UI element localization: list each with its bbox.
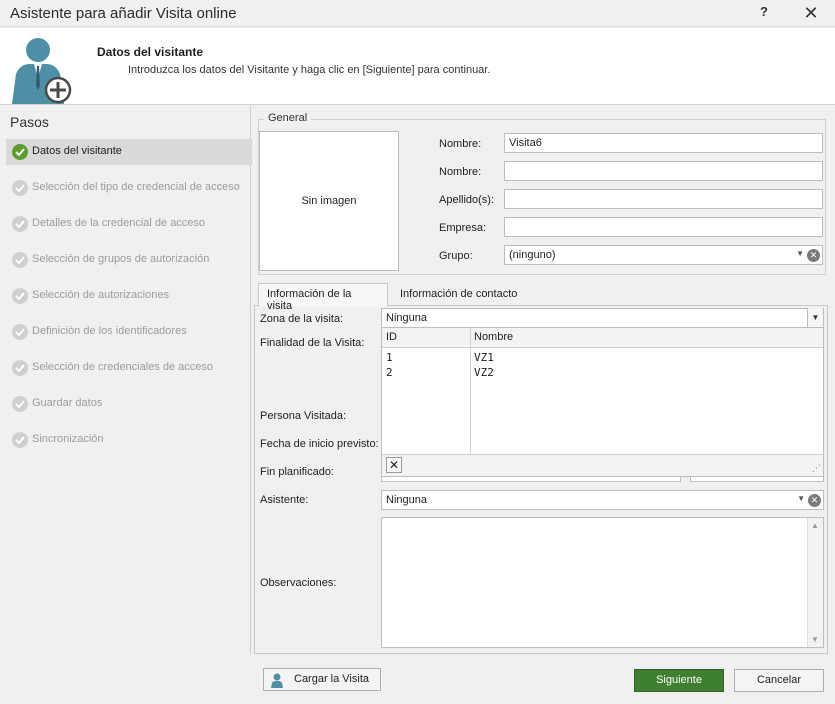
scrollbar[interactable]: ▲ ▼ <box>807 518 823 647</box>
chevron-down-icon[interactable]: ▼ <box>797 494 805 503</box>
clear-icon[interactable]: ✕ <box>807 249 820 262</box>
nombre2-field[interactable] <box>504 161 823 181</box>
asistente-label: Asistente: <box>260 494 309 506</box>
cancel-button[interactable]: Cancelar <box>734 669 824 692</box>
step-label: Selección de credenciales de acceso <box>32 361 214 373</box>
step-label: Selección de autorizaciones <box>32 289 169 301</box>
step-label: Selección de grupos de autorización <box>32 253 210 265</box>
steps-panel: Pasos Datos del visitante Selección del … <box>3 106 252 654</box>
row-id[interactable]: 2 <box>386 366 393 379</box>
clear-icon[interactable]: ✕ <box>808 494 821 507</box>
persona-label: Persona Visitada: <box>260 410 347 422</box>
fin-label: Fin planificado: <box>260 466 334 478</box>
tab-visit-info[interactable]: Información de la visita <box>258 283 388 312</box>
step-label: Sincronización <box>32 433 104 445</box>
nombre-label: Nombre: <box>439 138 482 150</box>
grupo-value: (ninguno) <box>509 249 556 261</box>
empresa-label: Empresa: <box>439 222 487 234</box>
load-visit-button[interactable]: Cargar la Visita <box>263 668 381 691</box>
apellidos-field[interactable] <box>504 189 823 209</box>
nombre-field[interactable]: Visita6 <box>504 133 823 153</box>
step-item[interactable]: Datos del visitante <box>6 139 252 165</box>
step-label: Datos del visitante <box>32 145 122 157</box>
grupo-combo[interactable]: (ninguno) ▼ ✕ <box>504 245 823 265</box>
header-title: Datos del visitante <box>97 45 204 59</box>
steps-title: Pasos <box>10 114 49 130</box>
zona-combo[interactable]: Ninguna ▼ <box>381 308 824 328</box>
step-item: Selección de credenciales de acceso <box>6 355 252 381</box>
load-visit-label: Cargar la Visita <box>294 673 369 685</box>
column-header-id[interactable]: ID <box>386 331 397 343</box>
header-subtitle: Introduzca los datos del Visitante y hag… <box>128 64 491 76</box>
fecha-inicio-label: Fecha de inicio previsto: <box>260 438 379 450</box>
tab-contact-info[interactable]: Información de contacto <box>392 286 532 306</box>
window-title: Asistente para añadir Visita online <box>10 5 237 22</box>
visitor-photo[interactable]: Sin imagen <box>259 131 399 271</box>
column-header-nombre[interactable]: Nombre <box>474 331 513 343</box>
check-icon <box>12 432 28 448</box>
chevron-down-icon[interactable]: ▼ <box>796 249 804 258</box>
step-item: Guardar datos <box>6 391 252 417</box>
nombre2-label: Nombre: <box>439 166 482 178</box>
step-item: Selección de autorizaciones <box>6 283 252 309</box>
check-icon <box>12 180 28 196</box>
observaciones-label: Observaciones: <box>260 577 337 589</box>
step-label: Guardar datos <box>32 397 103 409</box>
step-item: Definición de los identificadores <box>6 319 252 345</box>
asistente-value: Ninguna <box>386 494 427 506</box>
photo-placeholder: Sin imagen <box>301 195 357 207</box>
title-bar: Asistente para añadir Visita online ? ✕ <box>0 0 835 27</box>
next-button[interactable]: Siguiente <box>634 669 724 692</box>
close-icon[interactable]: ✕ <box>386 457 402 473</box>
check-icon <box>12 144 28 160</box>
empresa-field[interactable] <box>504 217 823 237</box>
popup-grid-header: ID Nombre <box>382 328 823 348</box>
column-divider <box>470 328 471 454</box>
close-button[interactable]: ✕ <box>800 2 822 24</box>
help-button[interactable]: ? <box>756 4 772 22</box>
check-icon <box>12 324 28 340</box>
observaciones-textarea[interactable]: ▲ ▼ <box>381 517 824 648</box>
chevron-up-icon[interactable]: ▲ <box>811 521 819 530</box>
check-icon <box>12 360 28 376</box>
check-icon <box>12 252 28 268</box>
zona-value: Ninguna <box>386 312 427 324</box>
step-label: Selección del tipo de credencial de acce… <box>32 181 240 193</box>
check-icon <box>12 216 28 232</box>
zona-label: Zona de la visita: <box>260 313 344 325</box>
row-id[interactable]: 1 <box>386 351 393 364</box>
general-legend: General <box>264 112 312 124</box>
chevron-down-icon[interactable]: ▼ <box>811 635 819 644</box>
grupo-label: Grupo: <box>439 250 473 262</box>
wizard-header: Datos del visitante Introduzca los datos… <box>0 28 835 105</box>
step-item: Detalles de la credencial de acceso <box>6 211 252 237</box>
apellidos-label: Apellido(s): <box>439 194 495 206</box>
zona-dropdown-popup: ID Nombre 1 VZ1 2 VZ2 ✕ ⋰ <box>381 327 824 477</box>
check-icon <box>12 288 28 304</box>
row-nombre[interactable]: VZ1 <box>474 351 494 364</box>
add-user-icon <box>12 38 72 104</box>
step-label: Definición de los identificadores <box>32 325 187 337</box>
user-icon <box>271 673 283 688</box>
resize-grip-icon[interactable]: ⋰ <box>812 463 821 474</box>
step-label: Detalles de la credencial de acceso <box>32 217 206 229</box>
step-item: Sincronización <box>6 427 252 453</box>
asistente-combo[interactable]: Ninguna ▼ ✕ <box>381 490 824 510</box>
row-nombre[interactable]: VZ2 <box>474 366 494 379</box>
step-item: Selección del tipo de credencial de acce… <box>6 175 252 201</box>
check-icon <box>12 396 28 412</box>
chevron-down-icon[interactable]: ▼ <box>807 308 823 328</box>
popup-footer: ✕ ⋰ <box>382 454 823 476</box>
finalidad-label: Finalidad de la Visita: <box>260 337 365 349</box>
step-item: Selección de grupos de autorización <box>6 247 252 273</box>
